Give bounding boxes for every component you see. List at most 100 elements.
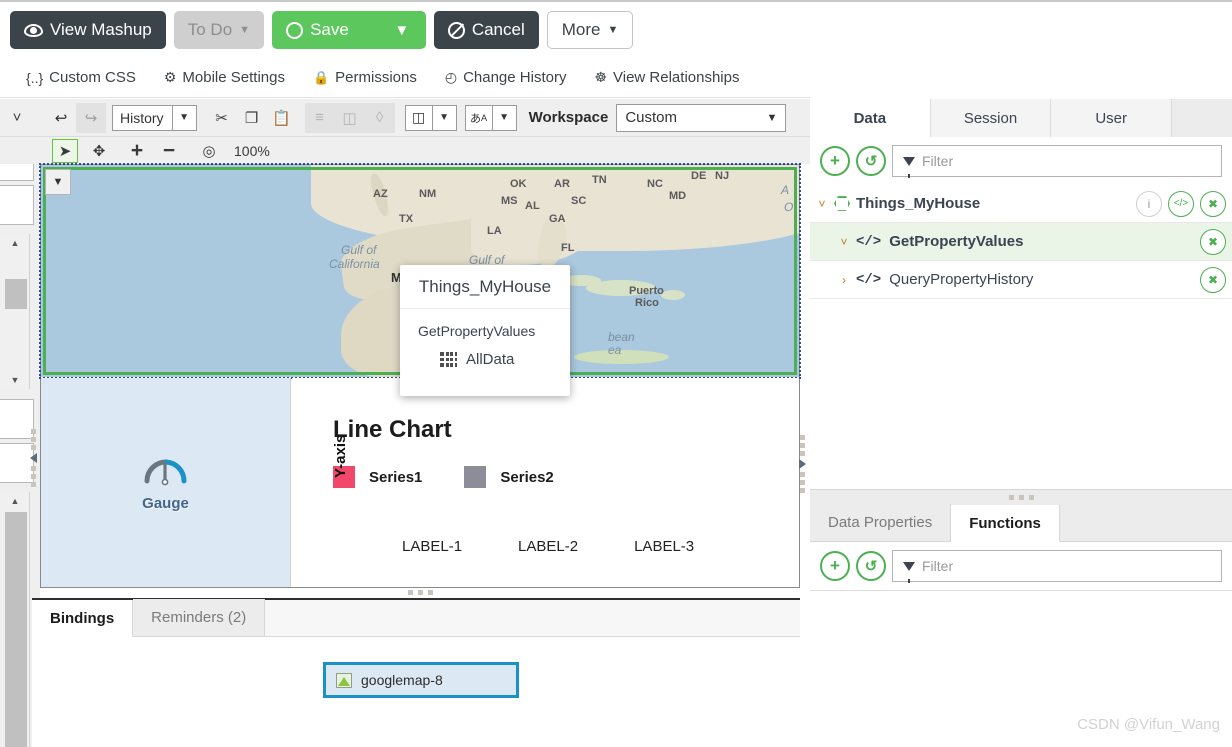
tab-reminders[interactable]: Reminders (2) bbox=[133, 599, 265, 636]
legend-label-series2: Series2 bbox=[500, 469, 553, 486]
left-panel-item-2[interactable] bbox=[0, 185, 34, 225]
caret-down-icon: ▼ bbox=[607, 24, 618, 36]
caret-down-icon[interactable]: ▼ bbox=[432, 106, 456, 130]
left-panel-scrollbar-2[interactable]: ▲ bbox=[0, 492, 30, 747]
map-label-ga-13: GA bbox=[549, 213, 566, 225]
tab-data[interactable]: Data bbox=[810, 99, 931, 137]
tab-functions[interactable]: Functions bbox=[951, 505, 1060, 542]
plus-icon[interactable]: + bbox=[124, 139, 150, 163]
expand-right-icon[interactable] bbox=[799, 459, 806, 469]
scroll-down-icon[interactable]: ▼ bbox=[0, 371, 30, 389]
data-filter-placeholder: Filter bbox=[922, 153, 953, 169]
tree-row-querypropertyhistory[interactable]: › </> QueryPropertyHistory ✖ bbox=[810, 261, 1232, 299]
workspace-dropdown[interactable]: Custom ▼ bbox=[616, 104, 786, 132]
tab-user-label: User bbox=[1095, 110, 1127, 127]
left-panel-scrollbar[interactable]: ▲ ▼ bbox=[0, 234, 30, 389]
binding-chip-googlemap[interactable]: googlemap-8 bbox=[323, 662, 519, 698]
tab-user[interactable]: User bbox=[1051, 99, 1172, 137]
map-widget-dropdown[interactable]: ▼ bbox=[45, 169, 71, 195]
canvas-right-splitter[interactable] bbox=[799, 435, 806, 493]
chevron-down-icon[interactable]: ˅ bbox=[810, 197, 834, 211]
plus-circle-icon[interactable]: + bbox=[820, 146, 850, 176]
chart-x-label-1: LABEL-1 bbox=[402, 538, 462, 555]
right-panel: Data Session User + ↺ Filter ˅ Things_My… bbox=[810, 99, 1232, 747]
nav-permissions[interactable]: 🔒 Permissions bbox=[299, 69, 431, 86]
save-button[interactable]: Save ▼ bbox=[272, 11, 426, 49]
scroll-thumb-2[interactable] bbox=[5, 512, 27, 747]
crosshair-icon[interactable]: ◎ bbox=[196, 139, 222, 163]
tree-row-things-myhouse[interactable]: ˅ Things_MyHouse i </> ✖ bbox=[810, 185, 1232, 223]
save-dropdown-caret-icon[interactable]: ▼ bbox=[378, 11, 426, 49]
chart-y-axis-label: Y-axis bbox=[332, 435, 349, 478]
top-action-bar: View Mashup To Do ▼ Save ▼ Cancel More ▼ bbox=[0, 2, 810, 58]
right-panel-splitter[interactable] bbox=[810, 489, 1232, 505]
braces-icon: {..} bbox=[26, 70, 43, 86]
info-icon[interactable]: i bbox=[1136, 191, 1162, 217]
chevron-down-icon[interactable]: ˅ bbox=[832, 235, 856, 249]
nav-mobile-settings[interactable]: ⚙ Mobile Settings bbox=[150, 69, 299, 86]
functions-filter-input[interactable]: Filter bbox=[892, 550, 1222, 582]
refresh-circle-icon[interactable]: ↺ bbox=[856, 146, 886, 176]
left-panel-item-4[interactable] bbox=[0, 443, 34, 483]
tab-functions-label: Functions bbox=[969, 515, 1041, 532]
code-icon[interactable]: </> bbox=[1168, 191, 1194, 217]
tree-label-querypropertyhistory: QueryPropertyHistory bbox=[889, 271, 1200, 288]
nav-custom-css[interactable]: {..} Custom CSS bbox=[0, 69, 150, 86]
scissors-icon[interactable]: ✂ bbox=[207, 103, 237, 133]
todo-button[interactable]: To Do ▼ bbox=[174, 11, 264, 49]
paste-icon[interactable]: 📋 bbox=[267, 103, 297, 133]
view-mashup-button[interactable]: View Mashup bbox=[10, 11, 166, 49]
scroll-thumb[interactable] bbox=[5, 279, 27, 309]
bottom-splitter-handle[interactable] bbox=[408, 590, 433, 595]
scroll-up-icon[interactable]: ▲ bbox=[0, 234, 30, 252]
close-icon[interactable]: ✖ bbox=[1200, 191, 1226, 217]
history-dropdown[interactable]: History ▼ bbox=[112, 105, 197, 131]
code-icon: </> bbox=[856, 234, 881, 250]
map-label-de-7: DE bbox=[691, 170, 706, 182]
cancel-button[interactable]: Cancel bbox=[434, 11, 539, 49]
layout-dropdown[interactable]: ◫ ▼ bbox=[405, 105, 457, 131]
scroll-up-icon[interactable]: ▲ bbox=[0, 492, 30, 510]
eye-icon bbox=[24, 24, 43, 37]
minus-icon[interactable]: − bbox=[156, 139, 182, 163]
refresh-circle-icon[interactable]: ↺ bbox=[856, 551, 886, 581]
collapse-left-icon[interactable] bbox=[30, 453, 37, 463]
caret-down-icon[interactable]: ▼ bbox=[766, 112, 777, 124]
editor-toolbar: ˅ ↩ ↪ History ▼ ✂ ❐ 📋 ≡ ◫ ◊ ◫ ▼ あA ▼ Wor… bbox=[0, 99, 810, 137]
language-dropdown[interactable]: あA ▼ bbox=[465, 105, 517, 131]
redo-arrow-icon[interactable]: ↪ bbox=[76, 103, 106, 133]
nav-change-history[interactable]: ◴ Change History bbox=[431, 69, 581, 86]
tree-row-getpropertyvalues[interactable]: ˅ </> GetPropertyValues ✖ bbox=[810, 223, 1232, 261]
caret-down-icon[interactable]: ▼ bbox=[492, 106, 516, 130]
plus-circle-icon[interactable]: + bbox=[820, 551, 850, 581]
map-label-o-26: O bbox=[784, 200, 793, 214]
close-icon[interactable]: ✖ bbox=[1200, 267, 1226, 293]
nav-view-relationships[interactable]: ☸ View Relationships bbox=[580, 69, 753, 86]
map-label-nc-5: NC bbox=[647, 178, 663, 190]
left-splitter-handle[interactable] bbox=[30, 429, 37, 487]
data-filter-input[interactable]: Filter bbox=[892, 145, 1222, 177]
chevron-right-icon[interactable]: › bbox=[832, 273, 856, 287]
bottom-tabstrip: Bindings Reminders (2) bbox=[32, 600, 800, 637]
cursor-arrow-icon[interactable]: ➤ bbox=[52, 139, 78, 163]
left-panel-item-3[interactable] bbox=[0, 399, 34, 439]
gear-icon: ⚙ bbox=[164, 69, 177, 86]
popup-alldata-row[interactable]: AllData bbox=[440, 351, 570, 368]
more-label: More bbox=[562, 20, 601, 40]
tab-session[interactable]: Session bbox=[931, 99, 1052, 137]
caret-down-icon[interactable]: ▼ bbox=[172, 106, 196, 130]
map-entity-popup[interactable]: Things_MyHouse GetPropertyValues AllData bbox=[400, 265, 570, 396]
more-button[interactable]: More ▼ bbox=[547, 11, 634, 49]
map-label-md-6: MD bbox=[669, 190, 686, 202]
move-icon[interactable]: ✥ bbox=[86, 139, 112, 163]
tab-data-properties[interactable]: Data Properties bbox=[810, 504, 951, 541]
chevron-down-icon[interactable]: ˅ bbox=[2, 103, 32, 133]
undo-arrow-icon[interactable]: ↩ bbox=[46, 103, 76, 133]
grid-table-icon bbox=[440, 352, 457, 367]
copy-icon[interactable]: ❐ bbox=[237, 103, 267, 133]
gauge-widget[interactable]: Gauge bbox=[41, 378, 291, 587]
legend-label-series1: Series1 bbox=[369, 469, 422, 486]
linechart-widget[interactable]: Line Chart Series1 Series2 Y-axis LABEL-… bbox=[292, 378, 799, 587]
tab-bindings[interactable]: Bindings bbox=[32, 600, 133, 637]
close-icon[interactable]: ✖ bbox=[1200, 229, 1226, 255]
